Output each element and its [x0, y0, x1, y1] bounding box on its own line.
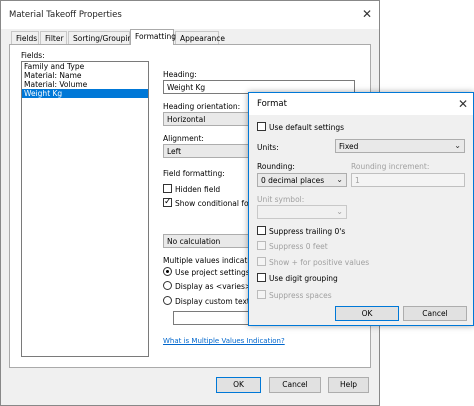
radio-display-varies[interactable] [163, 281, 172, 290]
suppress-trailing-zeros-label: Suppress trailing 0's [269, 227, 346, 236]
rounding-label: Rounding: [257, 162, 295, 171]
radio-display-varies-label: Display as <varies> [175, 282, 252, 291]
radio-display-custom[interactable] [163, 296, 172, 305]
format-ok-button[interactable]: OK [335, 306, 399, 321]
suppress-spaces-label: Suppress spaces [269, 291, 332, 300]
rounding-increment-label: Rounding increment: [351, 162, 430, 171]
units-select[interactable]: Fixed ⌄ [335, 139, 465, 153]
unit-symbol-select: ⌄ [257, 205, 347, 219]
show-conditional-checkbox[interactable] [163, 197, 172, 207]
format-cancel-button[interactable]: Cancel [403, 306, 467, 321]
tab-sorting-grouping[interactable]: Sorting/Grouping [68, 31, 137, 45]
show-plus-checkbox [257, 257, 266, 266]
digit-grouping-label: Use digit grouping [269, 274, 338, 283]
tab-appearance[interactable]: Appearance [175, 31, 225, 45]
tab-fields[interactable]: Fields [11, 31, 39, 45]
title-bar: Material Takeoff Properties ✕ [1, 1, 379, 29]
rounding-select[interactable]: 0 decimal places ⌄ [257, 173, 347, 187]
field-formatting-label: Field formatting: [163, 169, 225, 178]
heading-orientation-label: Heading orientation: [163, 102, 241, 111]
close-icon[interactable]: ✕ [458, 98, 468, 110]
list-item[interactable]: Material: Volume [22, 80, 148, 89]
suppress-zero-feet-checkbox [257, 241, 266, 250]
fields-label: Fields: [21, 51, 45, 60]
radio-use-project-settings-label: Use project settings [175, 268, 250, 277]
tab-formatting[interactable]: Formatting [130, 29, 176, 45]
multiple-values-label: Multiple values indication [163, 256, 259, 265]
chevron-down-icon: ⌄ [336, 175, 343, 184]
heading-label: Heading: [163, 70, 197, 79]
units-value: Fixed [339, 142, 359, 151]
format-title: Format [257, 99, 287, 109]
suppress-spaces-checkbox [257, 290, 266, 299]
alignment-label: Alignment: [163, 134, 204, 143]
cancel-button[interactable]: Cancel [269, 377, 321, 393]
use-default-settings-label: Use default settings [269, 123, 345, 132]
window-title: Material Takeoff Properties [9, 10, 122, 20]
list-item-selected[interactable]: Weight Kg [22, 89, 148, 98]
format-dialog: Format ✕ Use default settings Units: Fix… [248, 92, 474, 326]
help-button[interactable]: Help [328, 377, 369, 393]
rounding-increment-input: 1 [351, 173, 465, 187]
close-icon[interactable]: ✕ [362, 8, 372, 20]
chevron-down-icon: ⌄ [336, 207, 343, 216]
hidden-field-checkbox[interactable] [163, 184, 172, 193]
suppress-trailing-zeros-checkbox[interactable] [257, 226, 266, 235]
units-label: Units: [257, 143, 279, 152]
use-default-settings-checkbox[interactable] [257, 122, 266, 131]
digit-grouping-checkbox[interactable] [257, 273, 266, 282]
radio-display-custom-label: Display custom text: [175, 297, 253, 306]
help-link[interactable]: What is Multiple Values Indication? [163, 337, 285, 345]
heading-orientation-value: Horizontal [167, 115, 206, 124]
ok-button[interactable]: OK [216, 377, 261, 393]
hidden-field-label: Hidden field [175, 185, 221, 194]
tab-filter[interactable]: Filter [40, 31, 67, 45]
rounding-value: 0 decimal places [261, 176, 325, 185]
calculation-value: No calculation [167, 237, 221, 246]
unit-symbol-label: Unit symbol: [257, 195, 305, 204]
radio-use-project-settings[interactable] [163, 267, 172, 276]
fields-list[interactable]: Family and Type Material: Name Material:… [21, 61, 149, 357]
show-plus-label: Show + for positive values [269, 258, 370, 267]
list-item[interactable]: Family and Type [22, 62, 148, 71]
chevron-down-icon: ⌄ [454, 141, 461, 150]
format-title-bar: Format ✕ [249, 93, 473, 115]
list-item[interactable]: Material: Name [22, 71, 148, 80]
alignment-value: Left [167, 147, 182, 156]
suppress-zero-feet-label: Suppress 0 feet [269, 242, 328, 251]
